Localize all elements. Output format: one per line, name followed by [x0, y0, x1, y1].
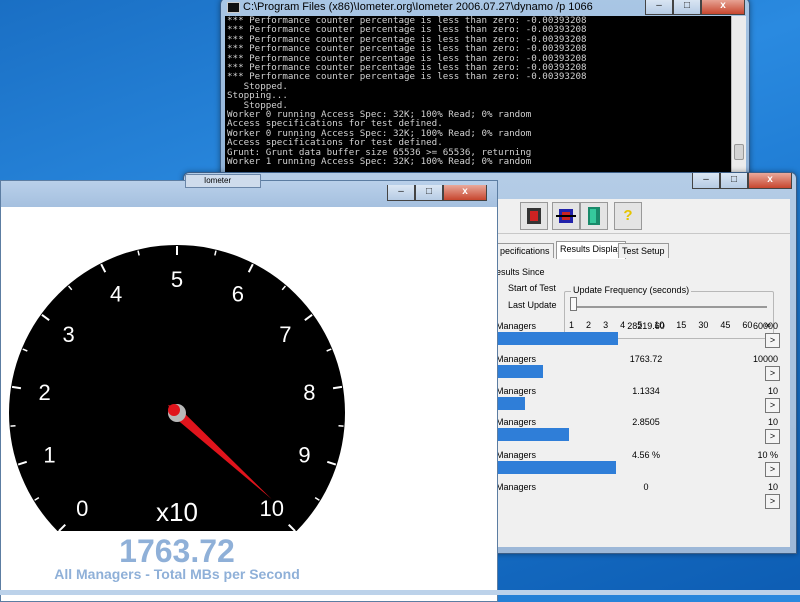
console-caption-buttons: – □ x	[645, 0, 745, 15]
result-row-label: Managers	[496, 482, 536, 492]
dial-needle-cap	[168, 404, 180, 416]
update-frequency-label: Update Frequency (seconds)	[571, 285, 691, 295]
result-row-max: 10	[768, 417, 778, 427]
dial-label: 2	[39, 380, 51, 405]
result-row-label: Managers	[496, 354, 536, 364]
gauge-caption: All Managers - Total MBs per Second	[1, 566, 353, 582]
iometer-caption-buttons: – □ x	[692, 173, 792, 189]
gauge-readout: 1763.72	[1, 533, 353, 570]
gauge-close-button[interactable]: x	[443, 185, 487, 201]
result-row-button[interactable]: >	[765, 366, 780, 381]
iometer-toolbar: ?	[496, 199, 790, 234]
console-scrollbar[interactable]	[731, 16, 746, 173]
results-since-label: esults Since	[496, 267, 545, 277]
disconnect-icon[interactable]	[552, 202, 580, 230]
result-row-max: 60000	[753, 321, 778, 331]
result-row-max: 10	[768, 386, 778, 396]
dial-label: 8	[303, 380, 315, 405]
console-output: *** Performance counter percentage is le…	[225, 16, 731, 173]
result-row: Managers 2.8505 10 >	[496, 417, 790, 447]
dial-label: 6	[232, 282, 244, 307]
dial-label: 7	[279, 322, 291, 347]
gauge-minimize-button[interactable]: –	[387, 185, 415, 201]
result-row-label: Managers	[496, 450, 536, 460]
iometer-taskbar-tab[interactable]: Iometer	[185, 174, 261, 188]
result-row: Managers 0 10 >	[496, 482, 790, 512]
console-line: Stopping...	[227, 91, 731, 100]
result-row-value: 1763.72	[606, 354, 686, 364]
dial-label: 3	[62, 322, 74, 347]
tab-test-setup[interactable]: Test Setup	[618, 243, 669, 258]
iometer-client-area: ? pecifications Results Display Test Set…	[496, 199, 790, 547]
result-row: Managers 28219.60 60000 >	[496, 321, 790, 351]
result-row-bar	[496, 397, 525, 410]
tab-access-specifications[interactable]: pecifications	[496, 243, 554, 258]
dial-label: 4	[110, 282, 122, 307]
console-line: Stopped.	[227, 82, 731, 91]
console-maximize-button[interactable]: □	[673, 0, 701, 15]
result-row-button[interactable]: >	[765, 462, 780, 477]
console-close-button[interactable]: x	[701, 0, 745, 15]
console-line: *** Performance counter percentage is le…	[227, 72, 731, 81]
dial-major-tick	[333, 387, 342, 388]
update-frequency-slider-thumb[interactable]	[570, 297, 577, 311]
gauge-window: Iometer – □ x 012345678910x10 1763.72 Al…	[0, 180, 498, 602]
result-row-max: 10	[768, 482, 778, 492]
iometer-maximize-button[interactable]: □	[720, 173, 748, 189]
last-update-radio[interactable]: Last Update	[508, 300, 557, 310]
console-title: C:\Program Files (x86)\Iometer.org\Iomet…	[243, 1, 593, 13]
start-of-test-radio[interactable]: Start of Test	[508, 283, 556, 293]
result-row-bar	[496, 428, 569, 441]
console-minimize-button[interactable]: –	[645, 0, 673, 15]
dial-label: 1	[43, 442, 55, 467]
result-row-button[interactable]: >	[765, 398, 780, 413]
result-row-label: Managers	[496, 386, 536, 396]
result-row-button[interactable]: >	[765, 429, 780, 444]
dial-label: 9	[298, 442, 310, 467]
tab-results-display[interactable]: Results Display	[556, 241, 626, 259]
dial-label: 5	[171, 267, 183, 292]
result-row-max: 10 %	[757, 450, 778, 460]
help-icon[interactable]: ?	[614, 202, 642, 230]
result-row-value: 28219.60	[606, 321, 686, 331]
dial-major-tick	[12, 387, 21, 388]
result-row: Managers 1.1334 10 >	[496, 386, 790, 416]
taskbar-strip	[0, 590, 800, 595]
result-row-button[interactable]: >	[765, 494, 780, 509]
result-row: Managers 4.56 % 10 % >	[496, 450, 790, 480]
result-row-button[interactable]: >	[765, 333, 780, 348]
result-row-value: 1.1334	[606, 386, 686, 396]
result-row: Managers 1763.72 10000 >	[496, 354, 790, 384]
update-frequency-slider[interactable]	[571, 306, 767, 308]
workers-icon[interactable]	[520, 202, 548, 230]
iometer-close-button[interactable]: x	[748, 173, 792, 189]
exit-icon[interactable]	[580, 202, 608, 230]
console-line: Worker 1 running Access Spec: 32K; 100% …	[227, 157, 731, 166]
console-window: C:\Program Files (x86)\Iometer.org\Iomet…	[220, 0, 750, 178]
gauge-maximize-button[interactable]: □	[415, 185, 443, 201]
dial-label: 0	[76, 496, 88, 521]
console-app-icon	[227, 2, 240, 13]
result-row-max: 10000	[753, 354, 778, 364]
dial-multiplier: x10	[156, 497, 198, 527]
result-row-label: Managers	[496, 417, 536, 427]
iometer-minimize-button[interactable]: –	[692, 173, 720, 189]
gauge-caption-buttons: – □ x	[387, 185, 487, 201]
result-row-bar	[496, 332, 618, 345]
result-row-label: Managers	[496, 321, 536, 331]
result-row-value: 0	[606, 482, 686, 492]
result-row-value: 4.56 %	[606, 450, 686, 460]
result-row-bar	[496, 365, 543, 378]
speedometer-dial: 0 1 2 3 4 5 6 7 8 9 10 x10	[1, 207, 361, 537]
console-scroll-thumb[interactable]	[734, 144, 744, 160]
dial-label: 10	[260, 496, 284, 521]
result-row-bar	[496, 461, 616, 474]
result-row-value: 2.8505	[606, 417, 686, 427]
